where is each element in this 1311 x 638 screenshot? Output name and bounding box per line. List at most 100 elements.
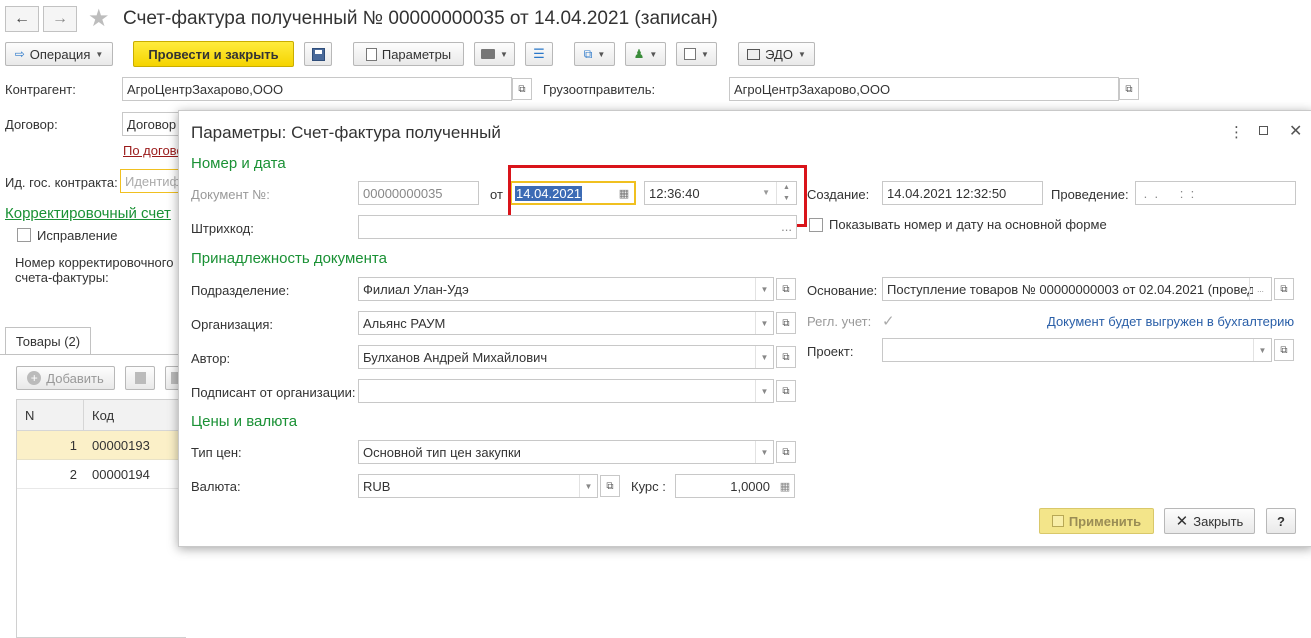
doc-number-field[interactable]: 00000000035 xyxy=(358,181,479,205)
dialog-maximize-button[interactable] xyxy=(1259,126,1268,135)
favorite-star-icon[interactable]: ★ xyxy=(88,4,110,33)
regulated-accounting-checkbox[interactable]: ✓ xyxy=(882,312,895,330)
correction-invoice-link[interactable]: Корректировочный счет xyxy=(5,205,171,222)
dialog-close-button[interactable]: ✕ xyxy=(1289,121,1302,141)
operation-button[interactable]: ⇨ Операция ▼ xyxy=(5,42,113,66)
dialog-menu-button[interactable]: ⋮ xyxy=(1229,123,1244,141)
shipper-open-button[interactable]: ⧉ xyxy=(1119,78,1139,100)
tab-goods[interactable]: Товары (2) xyxy=(5,327,91,355)
organization-value: Альянс РАУМ xyxy=(363,315,446,331)
edo-button[interactable]: ЭДО ▼ xyxy=(738,42,815,66)
regulated-accounting-label: Регл. учет: xyxy=(807,314,872,329)
open-icon: ⧉ xyxy=(518,83,526,95)
users-button[interactable]: ♟ ▼ xyxy=(625,42,666,66)
rate-field[interactable]: 1,0000 ▦ xyxy=(675,474,795,498)
posting-field[interactable]: . . : : xyxy=(1135,181,1296,205)
copy-button[interactable] xyxy=(125,366,155,390)
contractor-open-button[interactable]: ⧉ xyxy=(512,78,532,100)
division-value: Филиал Улан-Удэ xyxy=(363,281,469,297)
created-field[interactable]: 14.04.2021 12:32:50 xyxy=(882,181,1043,205)
price-type-label: Тип цен: xyxy=(191,445,242,460)
author-field[interactable]: Булханов Андрей Михайлович ▼ xyxy=(358,345,774,369)
arrow-left-icon: ← xyxy=(14,10,30,27)
signer-open-button[interactable]: ⧉ xyxy=(776,380,796,402)
author-label: Автор: xyxy=(191,351,231,366)
contractor-field[interactable]: АгроЦентрЗахарово,ООО xyxy=(122,77,512,101)
print-button[interactable]: ▼ xyxy=(474,42,515,66)
post-and-close-button[interactable]: Провести и закрыть xyxy=(133,41,294,67)
contract-link[interactable]: По догово xyxy=(123,143,184,158)
basis-open-button[interactable]: ⧉ xyxy=(1274,278,1294,300)
contractor-label: Контрагент: xyxy=(5,82,76,97)
barcode-label: Штрихкод: xyxy=(191,221,254,236)
forward-button[interactable]: → xyxy=(43,6,77,32)
currency-field[interactable]: RUB ▼ xyxy=(358,474,598,498)
checkmark-icon: ✓ xyxy=(882,313,895,330)
chevron-down-icon[interactable]: ▼ xyxy=(755,346,773,368)
structure-button[interactable]: ☰ xyxy=(525,42,553,66)
chevron-down-icon[interactable]: ▼ xyxy=(755,441,773,463)
author-value: Булханов Андрей Михайлович xyxy=(363,349,548,365)
table-row[interactable]: 2 00000194 xyxy=(17,460,187,489)
price-type-open-button[interactable]: ⧉ xyxy=(776,441,796,463)
project-field[interactable]: ▼ xyxy=(882,338,1272,362)
chevron-down-icon[interactable]: ▼ xyxy=(579,475,597,497)
basis-field[interactable]: Поступление товаров № 00000000003 от 02.… xyxy=(882,277,1272,301)
signer-field[interactable]: ▼ xyxy=(358,379,774,403)
add-button[interactable]: + Добавить xyxy=(16,366,115,390)
operation-label: Операция xyxy=(29,46,91,62)
reports-button[interactable]: ▼ xyxy=(676,42,717,66)
row-number: 2 xyxy=(69,467,77,482)
gov-contract-input[interactable]: Идентиф xyxy=(120,169,182,193)
show-number-checkbox[interactable] xyxy=(809,218,823,232)
close-icon: ✕ xyxy=(1175,513,1189,530)
organization-open-button[interactable]: ⧉ xyxy=(776,312,796,334)
chevron-down-icon[interactable]: ▼ xyxy=(755,278,773,300)
currency-open-button[interactable]: ⧉ xyxy=(600,475,620,497)
open-icon: ⧉ xyxy=(1280,344,1288,356)
close-button[interactable]: ✕ Закрыть xyxy=(1164,508,1255,534)
table-row[interactable]: 1 00000193 xyxy=(17,431,187,460)
author-open-button[interactable]: ⧉ xyxy=(776,346,796,368)
back-button[interactable]: ← xyxy=(5,6,39,32)
apply-button[interactable]: Применить xyxy=(1039,508,1154,534)
chevron-down-icon: ▼ xyxy=(95,49,104,59)
project-open-button[interactable]: ⧉ xyxy=(1274,339,1294,361)
rate-value: 1,0000 xyxy=(730,478,770,494)
division-field[interactable]: Филиал Улан-Удэ ▼ xyxy=(358,277,774,301)
more-vertical-icon: ⋮ xyxy=(1229,124,1244,141)
price-type-field[interactable]: Основной тип цен закупки ▼ xyxy=(358,440,774,464)
division-open-button[interactable]: ⧉ xyxy=(776,278,796,300)
division-label: Подразделение: xyxy=(191,283,290,298)
arrow-right-icon: → xyxy=(52,10,68,27)
parameters-button[interactable]: Параметры xyxy=(353,42,464,66)
save-button[interactable] xyxy=(304,42,332,66)
contract-field[interactable]: Договор xyxy=(122,112,182,136)
calculator-icon[interactable]: ▦ xyxy=(776,475,794,497)
shipper-label: Грузоотправитель: xyxy=(543,82,656,97)
help-button[interactable]: ? xyxy=(1266,508,1296,534)
chevron-down-icon[interactable]: ▼ xyxy=(1253,339,1271,361)
edo-label: ЭДО xyxy=(765,46,793,62)
close-icon: ✕ xyxy=(1289,123,1303,140)
export-accounting-link[interactable]: Документ будет выгружен в бухгалтерию xyxy=(1047,314,1294,329)
parameters-dialog: Параметры: Счет-фактура полученный ⋮ ✕ Н… xyxy=(178,110,1311,547)
users-icon: ♟ xyxy=(633,47,645,61)
open-icon: ⧉ xyxy=(782,446,790,458)
more-icon[interactable]: ... xyxy=(1249,278,1271,300)
document-icon xyxy=(365,47,377,61)
chevron-down-icon[interactable]: ▼ xyxy=(755,380,773,402)
chevron-down-icon: ▼ xyxy=(701,49,709,59)
organization-field[interactable]: Альянс РАУМ ▼ xyxy=(358,311,774,335)
open-icon: ⧉ xyxy=(1125,83,1133,95)
barcode-input[interactable]: ... xyxy=(358,215,797,239)
create-based-button[interactable]: ⧉ ▼ xyxy=(574,42,615,66)
create-based-icon: ⧉ xyxy=(583,46,593,61)
correction-checkbox[interactable] xyxy=(17,228,31,242)
shipper-field[interactable]: АгроЦентрЗахарово,ООО xyxy=(729,77,1119,101)
posting-label: Проведение: xyxy=(1051,187,1129,202)
parameters-label: Параметры xyxy=(381,46,452,62)
chevron-down-icon: ▼ xyxy=(649,49,658,59)
project-label: Проект: xyxy=(807,344,854,359)
chevron-down-icon[interactable]: ▼ xyxy=(755,312,773,334)
